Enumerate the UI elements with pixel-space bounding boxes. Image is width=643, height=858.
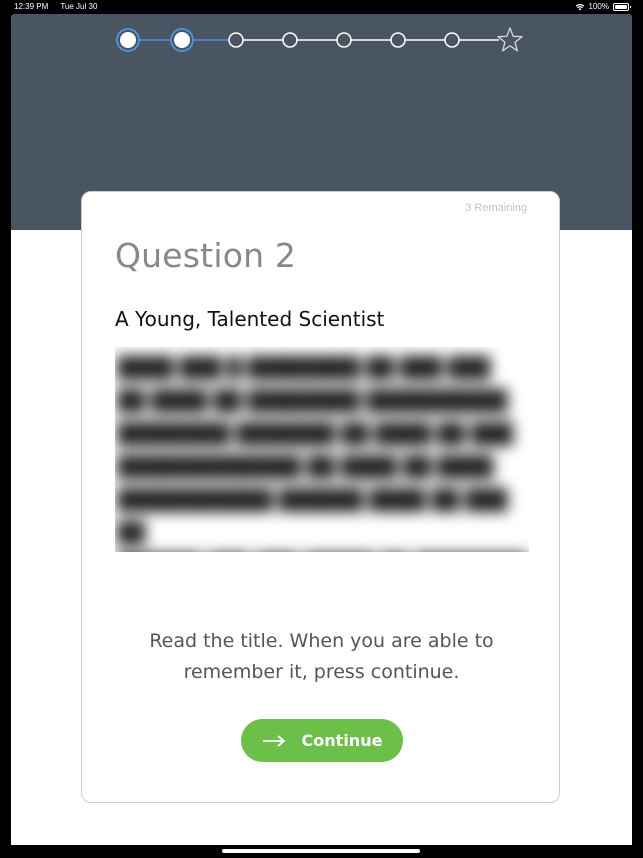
continue-label: Continue — [301, 731, 383, 750]
battery-icon — [613, 3, 631, 11]
question-title: Question 2 — [115, 236, 297, 275]
blurred-passage: ████ ███ █ ████████ ██ ███ ███ ██ ████ █… — [117, 357, 514, 544]
instruction-text: Read the title. When you are able to rem… — [149, 630, 494, 683]
status-time: 12:39 PM — [14, 2, 49, 11]
status-left: 12:39 PM Tue Jul 30 — [14, 0, 107, 14]
continue-button[interactable]: Continue — [241, 719, 403, 762]
status-bar: 12:39 PM Tue Jul 30 100% — [0, 0, 643, 14]
wifi-icon — [575, 4, 584, 11]
progress-step-5 — [336, 32, 352, 48]
home-indicator — [222, 849, 420, 853]
status-right: 100% — [575, 0, 631, 14]
progress-step-2 — [170, 28, 194, 52]
progress-step-1 — [116, 28, 140, 52]
progress-step-7 — [444, 32, 460, 48]
app-screen: 3 Remaining Question 2 A Young, Talented… — [11, 14, 632, 845]
progress-step-3 — [228, 32, 244, 48]
question-card: 3 Remaining Question 2 A Young, Talented… — [81, 191, 560, 803]
arrow-right-icon — [262, 734, 285, 747]
remaining-count: 3 Remaining — [465, 202, 527, 214]
progress-tracker — [116, 27, 523, 52]
battery-percent: 100% — [588, 2, 609, 11]
passage-title: A Young, Talented Scientist — [115, 307, 385, 331]
progress-step-4 — [282, 32, 298, 48]
status-date: Tue Jul 30 — [60, 2, 98, 11]
star-icon — [497, 27, 523, 52]
progress-step-6 — [390, 32, 406, 48]
